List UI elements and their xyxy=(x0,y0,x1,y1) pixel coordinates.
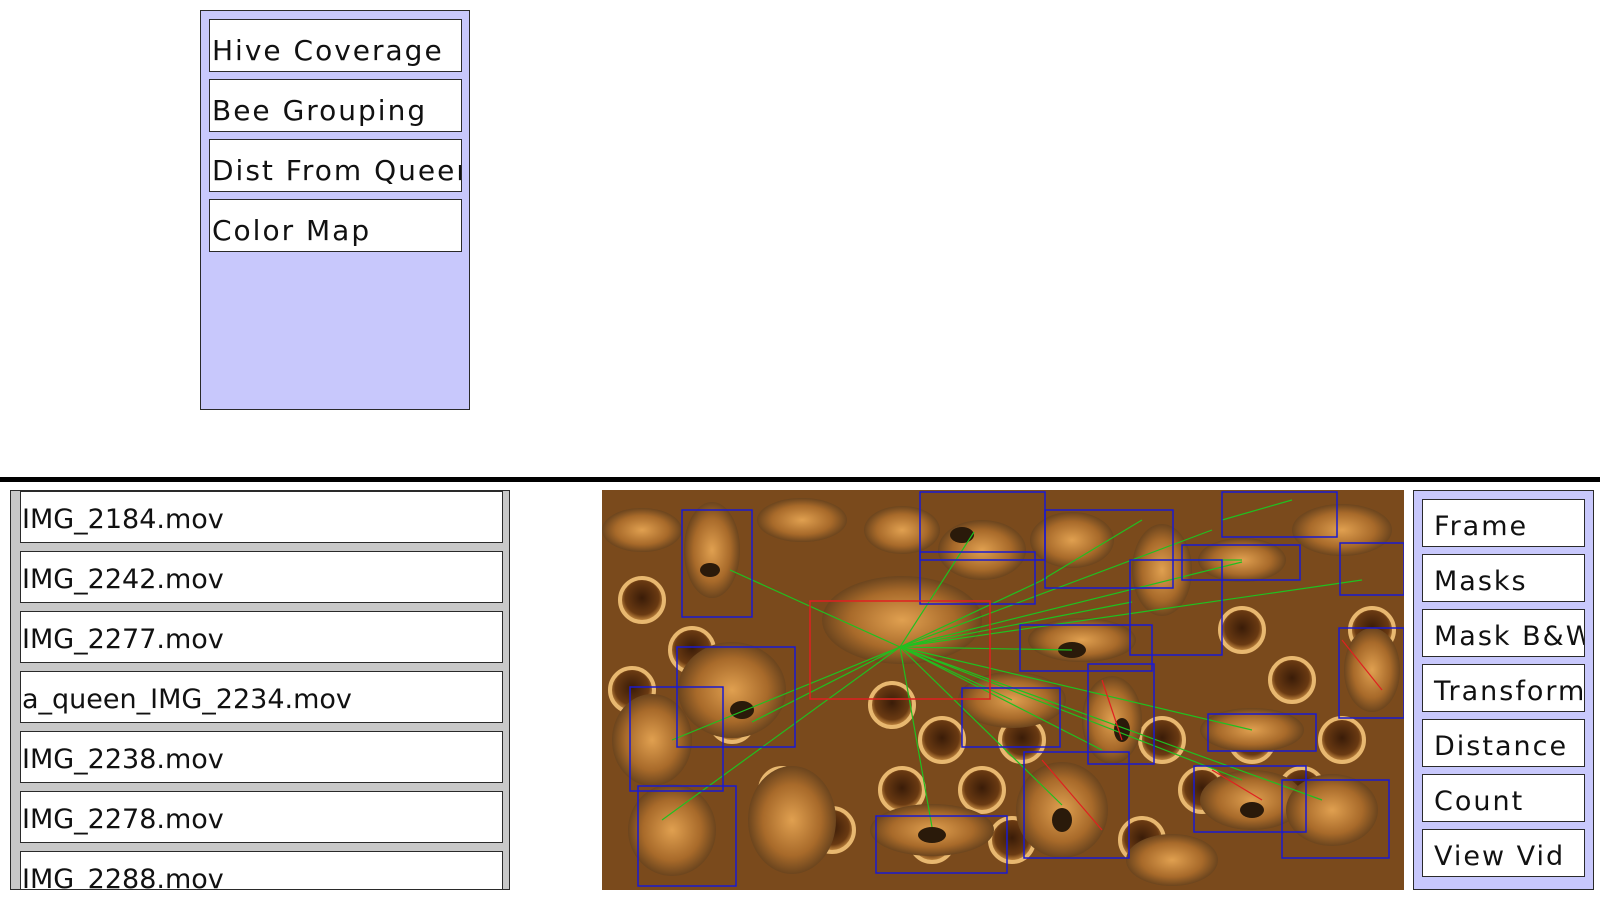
hive-coverage-button[interactable]: Hive Coverage xyxy=(209,19,462,72)
video-file-list[interactable]: IMG_2184.mov IMG_2242.mov IMG_2277.mov a… xyxy=(10,490,510,890)
video-frame-icon xyxy=(602,490,1404,890)
file-item-img-2238[interactable]: IMG_2238.mov xyxy=(20,731,503,783)
distance-button[interactable]: Distance xyxy=(1422,719,1585,767)
file-item-img-2288[interactable]: IMG_2288.mov xyxy=(20,851,503,889)
file-item-img-2278[interactable]: IMG_2278.mov xyxy=(20,791,503,843)
bee-grouping-button[interactable]: Bee Grouping xyxy=(209,79,462,132)
video-frame-view[interactable] xyxy=(602,490,1404,890)
frame-button[interactable]: Frame xyxy=(1422,499,1585,547)
transform-button[interactable]: Transform xyxy=(1422,664,1585,712)
view-menu-panel: Frame Masks Mask B&W Transform Distance … xyxy=(1413,490,1594,890)
horizontal-divider xyxy=(0,477,1600,482)
file-item-img-2277[interactable]: IMG_2277.mov xyxy=(20,611,503,663)
file-item-queen-img-2234[interactable]: a_queen_IMG_2234.mov xyxy=(20,671,503,723)
view-vid-button[interactable]: View Vid xyxy=(1422,829,1585,877)
analysis-menu-panel: Hive Coverage Bee Grouping Dist From Que… xyxy=(200,10,470,410)
mask-bw-button[interactable]: Mask B&W xyxy=(1422,609,1585,657)
dist-from-queen-button[interactable]: Dist From Queen xyxy=(209,139,462,192)
file-item-img-2242[interactable]: IMG_2242.mov xyxy=(20,551,503,603)
count-button[interactable]: Count xyxy=(1422,774,1585,822)
masks-button[interactable]: Masks xyxy=(1422,554,1585,602)
color-map-button[interactable]: Color Map xyxy=(209,199,462,252)
file-item-img-2184[interactable]: IMG_2184.mov xyxy=(20,491,503,543)
